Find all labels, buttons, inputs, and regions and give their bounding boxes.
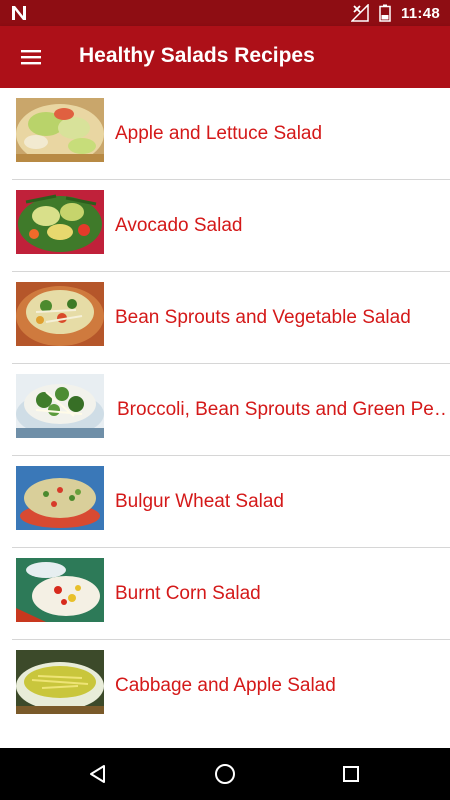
list-item-label: Burnt Corn Salad xyxy=(115,583,261,604)
cabbage-apple-salad-image xyxy=(16,650,104,714)
status-time: 11:48 xyxy=(400,4,440,22)
list-item-label: Broccoli, Bean Sprouts and Green Pe… xyxy=(117,399,448,420)
list-item-label: Avocado Salad xyxy=(115,215,243,236)
no-signal-icon xyxy=(350,4,369,22)
bean-sprouts-salad-image xyxy=(16,282,104,346)
status-bar: 11:48 xyxy=(0,0,450,26)
list-item[interactable]: Apple and Lettuce Salad xyxy=(0,88,450,180)
list-item[interactable]: Burnt Corn Salad xyxy=(0,548,450,640)
broccoli-salad-image xyxy=(16,374,104,438)
hamburger-menu-icon xyxy=(21,50,41,65)
menu-button[interactable] xyxy=(14,40,48,74)
avocado-salad-image xyxy=(16,190,104,254)
burnt-corn-salad-image xyxy=(16,558,104,622)
navigation-bar xyxy=(0,748,450,800)
list-item[interactable]: Bean Sprouts and Vegetable Salad xyxy=(0,272,450,364)
bulgur-wheat-salad-image xyxy=(16,466,104,530)
recents-icon xyxy=(343,766,359,782)
list-item[interactable]: Broccoli, Bean Sprouts and Green Pe… xyxy=(0,364,450,456)
list-item-label: Cabbage and Apple Salad xyxy=(115,675,336,696)
back-icon xyxy=(90,765,105,783)
list-item-label: Apple and Lettuce Salad xyxy=(115,123,323,144)
recents-button[interactable] xyxy=(336,759,366,789)
n-notification-icon xyxy=(12,6,26,20)
status-icons: 11:48 xyxy=(350,0,440,26)
list-item[interactable]: Cabbage and Apple Salad xyxy=(0,640,450,732)
battery-icon xyxy=(379,4,391,22)
list-item[interactable]: Bulgur Wheat Salad xyxy=(0,456,450,548)
list-item-label: Bean Sprouts and Vegetable Salad xyxy=(115,307,411,328)
list-item[interactable]: Avocado Salad xyxy=(0,180,450,272)
list-item-label: Bulgur Wheat Salad xyxy=(115,491,284,512)
home-icon xyxy=(215,764,235,784)
apple-lettuce-salad-image xyxy=(16,98,104,162)
recipe-list[interactable]: Apple and Lettuce Salad Avocado Salad Be… xyxy=(0,88,450,748)
back-button[interactable] xyxy=(83,759,113,789)
home-button[interactable] xyxy=(210,759,240,789)
app-title: Healthy Salads Recipes xyxy=(79,44,315,67)
app-bar: Healthy Salads Recipes xyxy=(0,26,450,88)
